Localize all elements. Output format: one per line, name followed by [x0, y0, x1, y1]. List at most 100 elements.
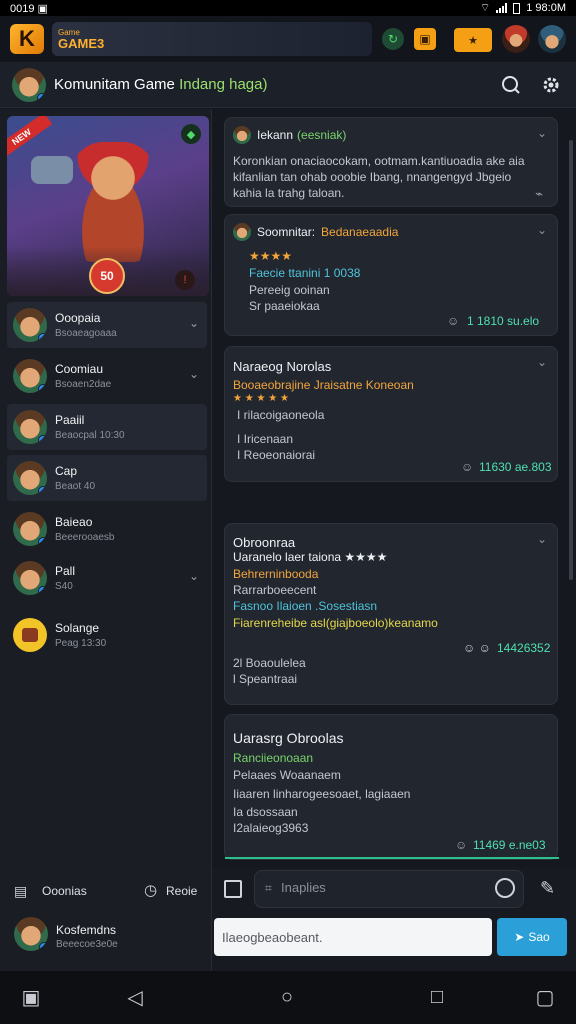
chevron-down-icon[interactable]: ⌄	[537, 223, 547, 237]
hero-banner[interactable]: NEW ◆ 50 !	[7, 116, 209, 296]
chevron-down-icon[interactable]: ⌄	[189, 316, 199, 330]
sender-name: Iekann	[257, 128, 294, 142]
lock-icon[interactable]: ▣	[414, 28, 436, 50]
recents-icon[interactable]: □	[424, 984, 450, 1010]
reaction-icon[interactable]: ☺ ☺	[463, 641, 491, 655]
chat-item[interactable]: Cap Beaot 40	[7, 455, 207, 501]
chevron-down-icon[interactable]: ⌄	[189, 367, 199, 381]
community-avatar[interactable]	[12, 67, 46, 102]
message-line: kahia la trahg taloan.	[233, 186, 345, 200]
chat-item[interactable]: Solange Peag 13:30	[7, 612, 207, 658]
chat-item[interactable]: Baieao Beeerooaesb	[7, 506, 207, 552]
home-icon[interactable]: ○	[274, 984, 300, 1010]
reaction-icon[interactable]: ☺	[461, 460, 473, 474]
chevron-down-icon[interactable]: ⌄	[189, 569, 199, 583]
status-left: 0019 ▣	[10, 2, 48, 15]
message-card[interactable]: Iekann (eesniak) ⌄ Koronkian onaciaocoka…	[224, 117, 558, 207]
chat-name: Pall	[55, 564, 76, 578]
search-box[interactable]: ⌗	[254, 870, 524, 908]
verified-badge-icon	[38, 435, 47, 444]
sender-name: Soomnitar:	[257, 225, 316, 239]
reaction-icon[interactable]: ☺	[455, 838, 467, 852]
scrollbar[interactable]	[569, 140, 573, 580]
message-input[interactable]	[214, 918, 492, 956]
avatar	[233, 223, 251, 241]
gallery-icon[interactable]	[224, 880, 242, 898]
chat-meta: Beaot 40	[55, 481, 96, 492]
nav-bar: ▣ ◁ ○ □ ▢	[0, 971, 576, 1024]
store-icon[interactable]: ▢	[532, 984, 558, 1010]
link-icon[interactable]: ⌁	[535, 186, 543, 202]
gear-icon[interactable]	[540, 74, 562, 96]
folder-icon[interactable]: ▤	[14, 883, 27, 900]
message-line: Ia dsossaan	[233, 805, 298, 819]
player-avatar[interactable]	[502, 25, 530, 53]
bag-icon[interactable]: ▣	[18, 984, 44, 1010]
profile-avatar[interactable]	[14, 917, 48, 951]
avatar	[13, 561, 47, 595]
avatar	[13, 359, 47, 393]
chat-item[interactable]: Coomiau Bsoaen2dae ⌄	[7, 353, 207, 399]
search-input[interactable]	[281, 880, 501, 895]
chat-item[interactable]: Pall S40 ⌄	[7, 555, 207, 601]
avatar	[13, 461, 47, 495]
back-icon[interactable]: ◁	[122, 984, 148, 1010]
footer-left-label[interactable]: Ooonias	[42, 884, 87, 898]
edit-icon[interactable]: ✎	[540, 878, 555, 899]
message-time: 1 1810 su.elo	[467, 314, 540, 328]
chat-item[interactable]: Paaiil Beaocpal 10:30	[7, 404, 207, 450]
message-line: Uaranelo laer taiona ★★★★	[233, 550, 388, 564]
message-sender: Iekann (eesniak)	[233, 126, 346, 144]
message-card[interactable]: Naraeog Norolas ⌄ Booaeobrajine Jraisatn…	[224, 346, 558, 482]
sidebar-footer: ▤ Ooonias ◷ Reoie Kosfemdns Beeecoe3e0e	[0, 867, 212, 971]
brand-name: GAME3	[58, 36, 105, 51]
footer-right-label[interactable]: Reoie	[166, 884, 197, 898]
verified-badge-icon	[38, 384, 47, 393]
new-ribbon: NEW	[7, 116, 53, 162]
chevron-down-icon[interactable]: ⌄	[537, 355, 547, 369]
brand-banner[interactable]: Game GAME3	[52, 22, 372, 56]
search-icon[interactable]	[500, 74, 522, 96]
chat-name: Paaiil	[55, 413, 85, 427]
coins-button[interactable]: ★	[454, 28, 492, 52]
signal-icon	[496, 3, 508, 13]
reaction-icon[interactable]: ☺	[447, 314, 459, 328]
hero-character	[65, 142, 161, 262]
chevron-down-icon[interactable]: ⌄	[537, 532, 547, 546]
chat-name: Baieao	[55, 515, 93, 529]
message-card[interactable]: Uarasrg Obroolas Ranciieonoaan Pelaaes W…	[224, 714, 559, 860]
message-time: 14426352	[497, 641, 551, 655]
message-line: ★ ★ ★ ★ ★	[233, 393, 289, 404]
wifi-icon: ⌔	[479, 2, 491, 14]
avatar	[233, 126, 251, 144]
refresh-icon[interactable]: ↻	[382, 28, 404, 50]
verified-badge-icon	[39, 942, 48, 951]
status-time: 1 98:0M	[526, 2, 566, 14]
send-icon: ➤	[514, 930, 525, 944]
clock-icon[interactable]: ◷	[144, 881, 157, 899]
message-title: Uarasrg Obroolas	[233, 730, 344, 746]
timer-icon[interactable]	[495, 878, 515, 898]
message-card[interactable]: Soomnitar: Bedanaeaadia ⌄ ★★★★ Faecie tt…	[224, 214, 558, 336]
page-title-main: Komunitam Game	[54, 76, 175, 93]
profile-avatar[interactable]	[538, 25, 566, 53]
gem-icon[interactable]: ◆	[181, 124, 201, 144]
game-logo-icon[interactable]: K	[10, 24, 44, 54]
message-card[interactable]: Obroonraa ⌄ Uaranelo laer taiona ★★★★ Be…	[224, 523, 558, 705]
page-title-sub: Indang haga)	[179, 76, 268, 93]
message-time: 11630 ae.803	[479, 460, 552, 474]
sender-tag: (eesniak)	[297, 128, 347, 142]
alert-icon[interactable]: !	[175, 270, 195, 290]
verified-badge-icon	[38, 333, 47, 342]
chat-item[interactable]: Ooopaia Bsoaeagoaaa ⌄	[7, 302, 207, 348]
message-line: Sr paaeiokaa	[249, 299, 320, 313]
verified-badge-icon	[38, 537, 47, 546]
avatar	[13, 308, 47, 342]
chat-meta: Bsoaen2dae	[55, 379, 112, 390]
message-time: 11469 e.ne03	[473, 838, 546, 852]
message-line: l Speantraai	[233, 672, 298, 686]
status-bar: 0019 ▣ ⌔ 1 98:0M	[0, 0, 576, 16]
send-button[interactable]: ➤ Sao	[497, 918, 567, 956]
chevron-down-icon[interactable]: ⌄	[537, 126, 547, 140]
chat-meta: Beeerooaesb	[55, 532, 115, 543]
